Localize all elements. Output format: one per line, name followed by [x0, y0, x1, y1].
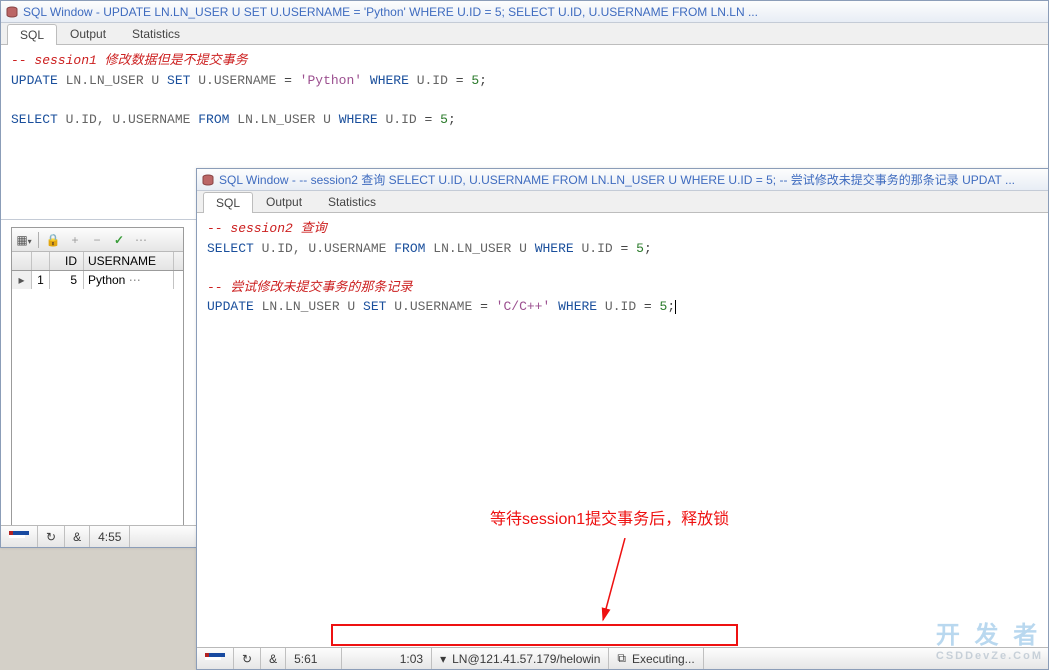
- refresh-icon[interactable]: ↻: [38, 526, 65, 547]
- tab-sql[interactable]: SQL: [7, 24, 57, 45]
- elapsed-time: 1:03: [342, 648, 432, 669]
- comment: -- session2 查询: [207, 221, 327, 236]
- window-title: SQL Window - -- session2 查询 SELECT U.ID,…: [219, 171, 1015, 188]
- cell-row-num: 1: [32, 271, 50, 289]
- tab-output[interactable]: Output: [57, 23, 119, 44]
- refresh-icon[interactable]: ↻: [234, 648, 261, 669]
- app-icon: [5, 5, 19, 19]
- col-username[interactable]: USERNAME: [84, 252, 174, 270]
- tabs: SQL Output Statistics: [197, 191, 1048, 213]
- lock-icon[interactable]: 🔒: [45, 233, 61, 247]
- grid-icon[interactable]: ▦▾: [16, 233, 32, 247]
- more-button[interactable]: ⋯: [133, 233, 149, 247]
- execution-status: ⧉ Executing...: [609, 648, 703, 669]
- watermark: 开 发 者 CSDDevZe.CoM: [936, 615, 1043, 662]
- cursor-position: 4:55: [90, 526, 130, 547]
- connection-info[interactable]: ▾ LN@121.41.57.179/helowin: [432, 648, 609, 669]
- title-bar[interactable]: SQL Window - -- session2 查询 SELECT U.ID,…: [197, 169, 1048, 191]
- col-row-num: [32, 252, 50, 270]
- col-row-indicator: [12, 252, 32, 270]
- status-bar: ↻ & 5:61 1:03 ▾ LN@121.41.57.179/helowin…: [197, 647, 1048, 669]
- tab-statistics[interactable]: Statistics: [119, 23, 193, 44]
- col-id[interactable]: ID: [50, 252, 84, 270]
- tab-output[interactable]: Output: [253, 191, 315, 212]
- row-indicator-icon: ▸: [12, 271, 32, 289]
- tab-sql[interactable]: SQL: [203, 192, 253, 213]
- add-row-button[interactable]: +: [67, 233, 83, 247]
- app-icon: [201, 173, 215, 187]
- cell-username[interactable]: Python ⋯: [84, 271, 174, 289]
- amp-label: &: [261, 648, 286, 669]
- grid-header: ID USERNAME: [12, 252, 183, 271]
- title-bar[interactable]: SQL Window - UPDATE LN.LN_USER U SET U.U…: [1, 1, 1048, 23]
- delete-row-button[interactable]: −: [89, 233, 105, 247]
- commit-button[interactable]: ✓: [111, 233, 127, 247]
- cell-id[interactable]: 5: [50, 271, 84, 289]
- running-icon: ⧉: [617, 651, 626, 666]
- amp-label: &: [65, 526, 90, 547]
- grid-toolbar: ▦▾ 🔒 + − ✓ ⋯: [12, 228, 183, 252]
- window-title: SQL Window - UPDATE LN.LN_USER U SET U.U…: [23, 5, 758, 19]
- status-bar: ↻ & 4:55: [1, 525, 197, 547]
- sql-window-2: SQL Window - -- session2 查询 SELECT U.ID,…: [196, 168, 1049, 670]
- dropdown-icon[interactable]: ▾: [440, 652, 446, 666]
- tabs: SQL Output Statistics: [1, 23, 1048, 45]
- result-grid: ▦▾ 🔒 + − ✓ ⋯ ID USERNAME ▸ 1 5 Python ⋯: [11, 227, 184, 526]
- tab-statistics[interactable]: Statistics: [315, 191, 389, 212]
- sql-editor[interactable]: -- session2 查询 SELECT U.ID, U.USERNAME F…: [197, 213, 1048, 623]
- comment: -- session1 修改数据但是不提交事务: [11, 53, 248, 68]
- comment: -- 尝试修改未提交事务的那条记录: [207, 280, 412, 295]
- cursor-position: 5:61: [286, 648, 342, 669]
- table-row[interactable]: ▸ 1 5 Python ⋯: [12, 271, 183, 289]
